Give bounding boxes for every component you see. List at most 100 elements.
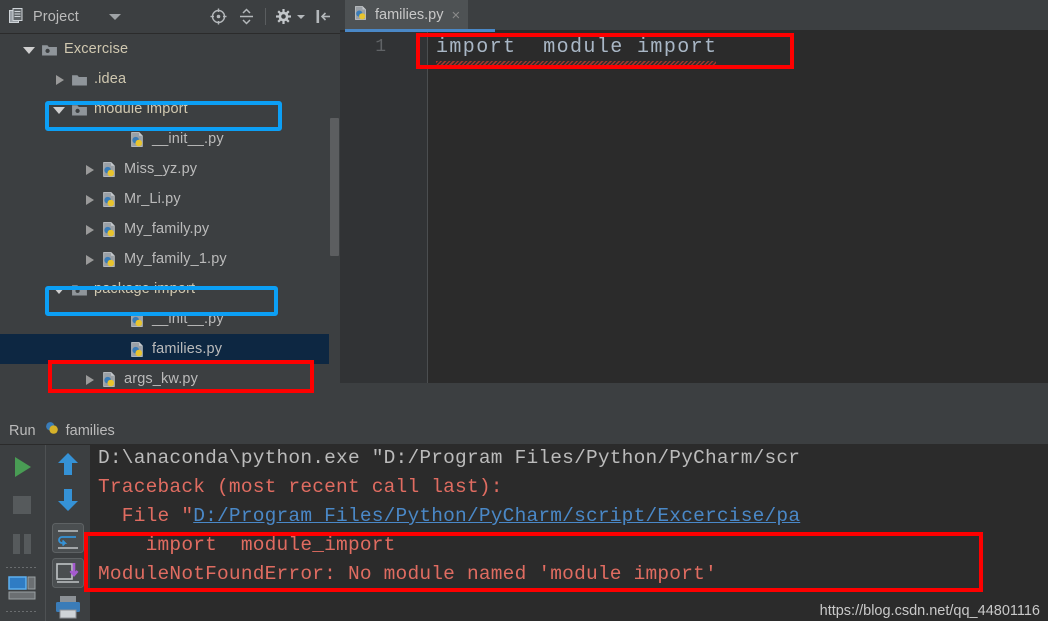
python-file-icon <box>101 251 118 268</box>
run-controls-column-left <box>0 445 44 621</box>
tree-item-label: __init__.py <box>152 311 224 327</box>
python-file-icon <box>353 5 369 26</box>
watermark-text: https://blog.csdn.net/qq_44801116 <box>819 603 1040 619</box>
folder-icon <box>71 71 88 88</box>
soft-wrap-icon[interactable] <box>52 523 84 558</box>
run-tool-window: Run families D:\anaconda\python.exe "D:/… <box>0 417 1048 621</box>
python-file-icon <box>101 371 118 388</box>
code-line-1[interactable]: import module import <box>436 36 717 59</box>
tree-item-init-py[interactable]: __init__.py <box>0 304 340 334</box>
icon-group-separator <box>6 567 38 568</box>
gear-icon[interactable] <box>275 7 294 26</box>
gutter-edge <box>427 32 428 383</box>
tree-item-label: families.py <box>152 341 223 357</box>
tree-item-init-py[interactable]: __init__.py <box>0 124 340 154</box>
locate-target-icon[interactable] <box>209 7 228 26</box>
run-controls-column-right <box>45 445 90 621</box>
tree-item-label: My_family.py <box>124 221 210 237</box>
project-tool-window: Project Excercise .idea module import __… <box>0 0 340 417</box>
pycharm-window: Project Excercise .idea module import __… <box>0 0 1048 621</box>
tree-item-my-family-py[interactable]: My_family.py <box>0 214 340 244</box>
arrow-down-icon[interactable] <box>56 487 80 518</box>
scroll-to-end-icon[interactable] <box>52 558 84 593</box>
chevron-down-icon[interactable] <box>108 13 121 20</box>
tree-item-label: .idea <box>94 71 127 87</box>
chevron-right-icon[interactable] <box>82 162 97 177</box>
project-panel-title: Project <box>33 8 79 25</box>
run-configuration-name[interactable]: families <box>66 423 115 439</box>
run-panel-title: Run <box>9 422 36 439</box>
python-file-icon <box>44 420 60 441</box>
editor-gutter[interactable]: 1 <box>340 32 428 383</box>
console-line-4: import module_import <box>98 534 396 556</box>
print-icon[interactable] <box>55 595 81 621</box>
run-console-output[interactable]: D:\anaconda\python.exe "D:/Program Files… <box>90 445 1048 621</box>
tree-item-families-py[interactable]: families.py <box>0 334 340 364</box>
chevron-right-icon[interactable] <box>82 222 97 237</box>
console-line-3: File "D:/Program Files/Python/PyCharm/sc… <box>98 505 800 527</box>
tree-item-args-kw-py[interactable]: args_kw.py <box>0 364 340 394</box>
console-file-link[interactable]: D:/Program Files/Python/PyCharm/script/E… <box>193 505 800 527</box>
tree-item-miss-yz-py[interactable]: Miss_yz.py <box>0 154 340 184</box>
run-icon[interactable] <box>8 453 36 486</box>
chevron-right-icon[interactable] <box>82 372 97 387</box>
tab-label: families.py <box>375 7 444 23</box>
module-folder-icon <box>71 281 88 298</box>
toolbar-divider <box>265 8 266 25</box>
tree-item-label: My_family_1.py <box>124 251 227 267</box>
gear-dropdown-chevron-icon[interactable] <box>297 14 305 19</box>
stop-icon[interactable] <box>10 493 34 522</box>
module-folder-icon <box>71 101 88 118</box>
editor-tab-bar: families.py × <box>340 0 1048 32</box>
python-file-icon <box>129 131 146 148</box>
python-file-icon <box>129 311 146 328</box>
tree-item-label: __init__.py <box>152 131 224 147</box>
console-line-2: Traceback (most recent call last): <box>98 476 503 498</box>
project-panel-header: Project <box>0 0 340 34</box>
chevron-right-icon[interactable] <box>82 252 97 267</box>
line-number: 1 <box>375 37 386 57</box>
console-file-prefix: File " <box>98 505 194 527</box>
hide-panel-icon[interactable] <box>314 7 333 26</box>
console-line-1: D:\anaconda\python.exe "D:/Program Files… <box>98 447 801 469</box>
tree-item-package-import[interactable]: package import <box>0 274 340 304</box>
editor-text-area[interactable]: 1 import module import <box>340 32 1048 383</box>
tree-item-excercise[interactable]: Excercise <box>0 34 340 64</box>
python-file-icon <box>101 161 118 178</box>
tree-item-label: args_kw.py <box>124 371 199 387</box>
icon-group-separator-2 <box>6 611 38 612</box>
chevron-down-icon[interactable] <box>22 42 37 57</box>
module-folder-icon <box>41 41 58 58</box>
python-file-icon <box>129 341 146 358</box>
tree-item-idea[interactable]: .idea <box>0 64 340 94</box>
tree-item-module-import[interactable]: module import <box>0 94 340 124</box>
tree-item-label: Excercise <box>64 41 129 57</box>
pause-icon[interactable] <box>11 532 33 561</box>
editor-area: families.py × 1 import module import <box>340 0 1048 417</box>
tree-item-label: package import <box>94 281 196 297</box>
tab-families-py[interactable]: families.py × <box>345 0 469 30</box>
collapse-all-icon[interactable] <box>237 7 256 26</box>
console-line-5: ModuleNotFoundError: No module named 'mo… <box>98 563 717 585</box>
project-tree-scrollbar[interactable] <box>329 34 340 417</box>
tree-item-mr-li-py[interactable]: Mr_Li.py <box>0 184 340 214</box>
tree-item-label: module import <box>94 101 188 117</box>
error-squiggle <box>436 61 716 65</box>
project-tree-scrollbar-thumb[interactable] <box>330 118 339 256</box>
layout-settings-icon[interactable] <box>8 576 36 607</box>
tree-item-label: Miss_yz.py <box>124 161 198 177</box>
chevron-down-icon[interactable] <box>52 282 67 297</box>
arrow-up-icon[interactable] <box>56 451 80 482</box>
chevron-down-icon[interactable] <box>52 102 67 117</box>
project-tree[interactable]: Excercise .idea module import __init__.p… <box>0 34 340 417</box>
close-icon[interactable]: × <box>452 8 461 23</box>
chevron-right-icon[interactable] <box>52 72 67 87</box>
run-panel-header: Run families <box>0 417 1048 445</box>
chevron-right-icon[interactable] <box>82 192 97 207</box>
tree-item-my-family-1-py[interactable]: My_family_1.py <box>0 244 340 274</box>
project-view-icon <box>7 7 26 26</box>
tree-item-label: Mr_Li.py <box>124 191 181 207</box>
